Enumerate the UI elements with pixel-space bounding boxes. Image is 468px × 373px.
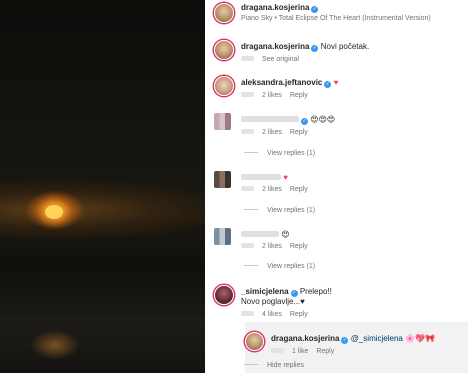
comment: ♥ — [241, 173, 288, 183]
comment: ✓ 😍😍😍 — [241, 115, 335, 125]
view-replies-button[interactable]: View replies (1) — [244, 150, 315, 157]
timestamp-blurred — [271, 348, 284, 353]
hide-replies-label: Hide replies — [267, 362, 304, 369]
see-original-link[interactable]: See original — [262, 56, 299, 63]
comment-meta: 2 likes Reply — [241, 92, 308, 99]
reply-button[interactable]: Reply — [290, 92, 308, 99]
comment-avatar[interactable] — [214, 228, 231, 245]
view-replies-label: View replies (1) — [267, 207, 316, 214]
comment-meta: 4 likes Reply — [241, 311, 308, 318]
replies-divider — [244, 364, 258, 365]
reply-mention[interactable]: @_simicjelena — [351, 334, 403, 343]
comment-avatar[interactable] — [214, 113, 231, 130]
reply-button[interactable]: Reply — [290, 311, 308, 318]
caption: dragana.kosjerina ✓ Novi početak. — [241, 42, 369, 52]
comment-meta: 2 likes Reply — [241, 129, 308, 136]
verified-badge-icon: ✓ — [324, 81, 332, 88]
caption-meta: See original — [241, 56, 299, 63]
reply-button[interactable]: Reply — [290, 186, 308, 193]
verified-badge-icon: ✓ — [301, 118, 308, 125]
post-header: dragana.kosjerina ✓ — [241, 3, 319, 13]
reply-button[interactable]: Reply — [316, 348, 334, 355]
reply-author-avatar[interactable] — [245, 332, 264, 351]
comment-text-line2: Novo poglavlje...♥ — [241, 297, 305, 306]
sun-reflection — [30, 330, 80, 360]
verified-badge-icon: ✓ — [341, 337, 349, 344]
verified-badge-icon: ✓ — [311, 45, 319, 52]
comment: aleksandra.jeftanovic ✓ ♥ — [241, 78, 338, 88]
timestamp-blurred — [241, 129, 254, 134]
view-replies-label: View replies (1) — [267, 150, 316, 157]
sun — [45, 205, 63, 219]
reply-button[interactable]: Reply — [290, 129, 308, 136]
view-replies-label: View replies (1) — [267, 263, 316, 270]
comment-meta: 2 likes Reply — [241, 186, 308, 193]
timestamp-blurred — [241, 311, 254, 316]
verified-badge-icon: ✓ — [311, 6, 319, 13]
likes-count[interactable]: 2 likes — [262, 129, 282, 136]
timestamp-blurred — [241, 56, 254, 61]
likes-count[interactable]: 4 likes — [262, 311, 282, 318]
hide-replies-button[interactable]: Hide replies — [244, 362, 304, 369]
timestamp-blurred — [241, 92, 254, 97]
comment-text: Prelepo!! — [299, 287, 332, 296]
comment-author-username[interactable]: aleksandra.jeftanovic — [241, 78, 322, 87]
caption-author-avatar[interactable] — [214, 40, 234, 60]
comment-text: 😍😍😍 — [310, 115, 336, 124]
comment-text: 😍 — [281, 230, 290, 239]
comment-text: ♥ — [333, 78, 339, 87]
replies-divider — [244, 209, 258, 210]
replies-divider — [244, 265, 258, 266]
reply-author-username[interactable]: dragana.kosjerina — [271, 334, 339, 343]
comment-author-username-blurred[interactable] — [241, 116, 299, 122]
timestamp-blurred — [241, 186, 254, 191]
reply-emoji: 🌸💖🎀 — [405, 334, 435, 343]
comment-text: ♥ — [283, 173, 288, 182]
post-author-username[interactable]: dragana.kosjerina — [241, 3, 309, 12]
verified-badge-icon: ✓ — [290, 290, 298, 297]
view-replies-button[interactable]: View replies (1) — [244, 263, 315, 270]
view-replies-button[interactable]: View replies (1) — [244, 207, 315, 214]
comment: 😍 — [241, 230, 290, 240]
caption-text: Novi početak. — [320, 42, 370, 51]
likes-count[interactable]: 1 like — [292, 348, 308, 355]
caption-author-username[interactable]: dragana.kosjerina — [241, 42, 309, 51]
post-author-avatar[interactable] — [214, 3, 234, 23]
timestamp-blurred — [241, 243, 254, 248]
post-image[interactable] — [0, 0, 205, 373]
reply-meta: 1 like Reply — [271, 348, 334, 355]
comment-meta: 2 likes Reply — [241, 243, 308, 250]
post-audio[interactable]: Piano Sky • Total Eclipse Of The Heart (… — [241, 14, 431, 24]
likes-count[interactable]: 2 likes — [262, 92, 282, 99]
comment: _simicjelena ✓ Prelepo!! — [241, 287, 332, 297]
nested-reply: dragana.kosjerina ✓ @_simicjelena 🌸💖🎀 — [271, 334, 435, 344]
reply-button[interactable]: Reply — [290, 243, 308, 250]
comment-author-username[interactable]: _simicjelena — [241, 287, 289, 296]
replies-divider — [244, 152, 258, 153]
comment-avatar[interactable] — [214, 171, 231, 188]
likes-count[interactable]: 2 likes — [262, 243, 282, 250]
comment-avatar[interactable] — [214, 76, 234, 96]
comment-author-username-blurred[interactable] — [241, 174, 281, 180]
comment-author-username-blurred[interactable] — [241, 231, 279, 237]
comment-avatar[interactable] — [214, 285, 234, 305]
likes-count[interactable]: 2 likes — [262, 186, 282, 193]
